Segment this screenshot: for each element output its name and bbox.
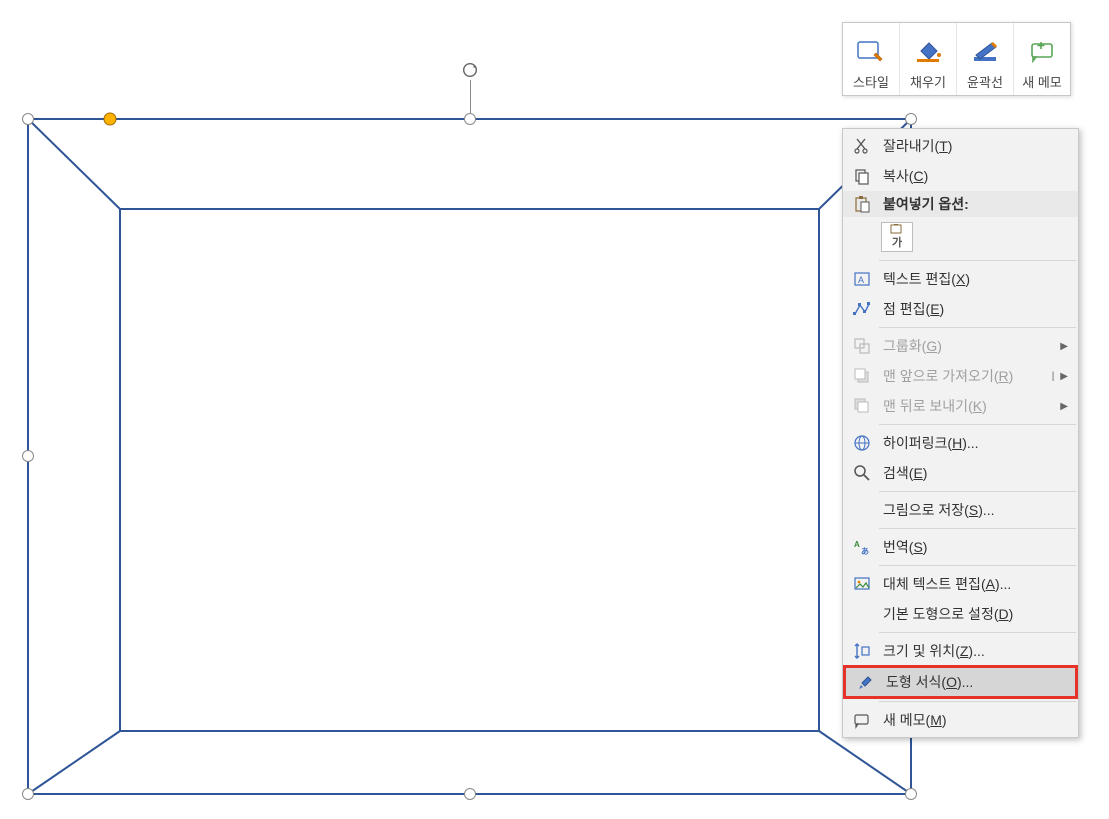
blank-icon	[851, 500, 873, 520]
send-back-icon	[851, 396, 873, 416]
menu-separator	[879, 701, 1076, 702]
translate-icon: Aあ	[851, 537, 873, 557]
selection-handle[interactable]	[905, 113, 917, 125]
submenu-arrow-icon: ▶	[1060, 371, 1068, 382]
cut-icon	[851, 136, 873, 156]
menu-translate[interactable]: Aあ 번역(S)	[843, 532, 1078, 562]
copy-icon	[851, 166, 873, 186]
selection-handle[interactable]	[464, 113, 476, 125]
svg-text:あ: あ	[861, 547, 869, 556]
submenu-arrow-icon: ▶	[1060, 401, 1068, 412]
menu-label: 검색(E)	[883, 463, 1068, 483]
group-icon	[851, 336, 873, 356]
selection-handle[interactable]	[464, 788, 476, 800]
menu-label: 도형 서식(O)...	[886, 672, 1065, 692]
menu-separator	[879, 528, 1076, 529]
menu-edit-text[interactable]: A 텍스트 편집(X)	[843, 264, 1078, 294]
submenu-arrow-icon: |	[1052, 371, 1055, 382]
selection-handle[interactable]	[905, 788, 917, 800]
alt-text-icon	[851, 574, 873, 594]
selection-handle[interactable]	[22, 113, 34, 125]
hyperlink-icon	[851, 433, 873, 453]
menu-separator	[879, 260, 1076, 261]
menu-separator	[879, 491, 1076, 492]
submenu-arrow-icon: ▶	[1060, 341, 1068, 352]
menu-send-back: 맨 뒤로 보내기(K) ▶	[843, 391, 1078, 421]
new-memo-button[interactable]: 새 메모	[1013, 23, 1070, 95]
menu-hyperlink[interactable]: 하이퍼링크(H)...	[843, 428, 1078, 458]
size-position-icon	[851, 641, 873, 661]
paste-icon	[851, 194, 873, 214]
menu-separator	[879, 632, 1076, 633]
menu-paste-option-1[interactable]: 가	[843, 217, 1078, 257]
menu-label: 복사(C)	[883, 166, 1068, 186]
selection-handle[interactable]	[22, 450, 34, 462]
menu-label: 크기 및 위치(Z)...	[883, 641, 1068, 661]
menu-size-position[interactable]: 크기 및 위치(Z)...	[843, 636, 1078, 666]
edit-text-icon: A	[851, 269, 873, 289]
outline-button[interactable]: 윤곽선	[956, 23, 1013, 95]
style-button[interactable]: 스타일	[843, 23, 899, 95]
adjust-handle[interactable]	[104, 113, 117, 126]
menu-bring-front: 맨 앞으로 가져오기(R) | ▶	[843, 361, 1078, 391]
new-memo-icon	[1025, 36, 1059, 66]
menu-copy[interactable]: 복사(C)	[843, 161, 1078, 191]
menu-format-shape[interactable]: 도형 서식(O)...	[843, 665, 1078, 699]
menu-separator	[879, 327, 1076, 328]
menu-group: 그룹화(G) ▶	[843, 331, 1078, 361]
menu-label: 기본 도형으로 설정(D)	[883, 604, 1068, 624]
menu-separator	[879, 424, 1076, 425]
menu-label: 새 메모(M)	[883, 710, 1068, 730]
fill-icon	[911, 36, 945, 66]
edit-points-icon	[851, 299, 873, 319]
menu-label: 그림으로 저장(S)...	[883, 500, 1068, 520]
menu-label: 하이퍼링크(H)...	[883, 433, 1068, 453]
paste-glyph: 가	[892, 234, 902, 250]
new-memo-icon	[851, 710, 873, 730]
outline-label: 윤곽선	[967, 72, 1003, 91]
menu-cut[interactable]: 잘라내기(T)	[843, 131, 1078, 161]
menu-search[interactable]: 검색(E)	[843, 458, 1078, 488]
fill-button[interactable]: 채우기	[899, 23, 956, 95]
fill-label: 채우기	[910, 72, 946, 91]
style-icon	[854, 36, 888, 66]
menu-label: 번역(S)	[883, 537, 1068, 557]
selection-handle[interactable]	[22, 788, 34, 800]
context-menu: 잘라내기(T) 복사(C) 붙여넣기 옵션: 가 A 텍스트 편집(X) 점 편…	[842, 128, 1079, 738]
new-memo-label: 새 메모	[1022, 72, 1062, 91]
rotation-handle[interactable]	[461, 61, 479, 79]
menu-label: 대체 텍스트 편집(A)...	[883, 574, 1068, 594]
menu-label: 맨 뒤로 보내기(K)	[883, 396, 1054, 416]
menu-alt-text[interactable]: 대체 텍스트 편집(A)...	[843, 569, 1078, 599]
menu-label: 점 편집(E)	[883, 299, 1068, 319]
menu-label: 텍스트 편집(X)	[883, 269, 1068, 289]
paste-clipboard-icon: 가	[881, 222, 913, 252]
blank-icon	[851, 604, 873, 624]
svg-text:A: A	[854, 540, 860, 549]
outline-icon	[968, 36, 1002, 66]
menu-save-as-picture[interactable]: 그림으로 저장(S)...	[843, 495, 1078, 525]
menu-separator	[879, 565, 1076, 566]
menu-set-default-shape[interactable]: 기본 도형으로 설정(D)	[843, 599, 1078, 629]
menu-edit-points[interactable]: 점 편집(E)	[843, 294, 1078, 324]
mini-toolbar: 스타일 채우기 윤곽선	[842, 22, 1071, 96]
menu-label: 잘라내기(T)	[883, 136, 1068, 156]
format-shape-icon	[854, 672, 876, 692]
style-label: 스타일	[853, 72, 889, 91]
menu-label: 붙여넣기 옵션:	[883, 194, 1068, 214]
menu-new-memo[interactable]: 새 메모(M)	[843, 705, 1078, 735]
search-icon	[851, 463, 873, 483]
menu-paste-options-header: 붙여넣기 옵션:	[843, 191, 1078, 217]
menu-label: 그룹화(G)	[883, 336, 1054, 356]
menu-label: 맨 앞으로 가져오기(R)	[883, 366, 1050, 386]
svg-text:A: A	[858, 275, 864, 285]
bring-front-icon	[851, 366, 873, 386]
